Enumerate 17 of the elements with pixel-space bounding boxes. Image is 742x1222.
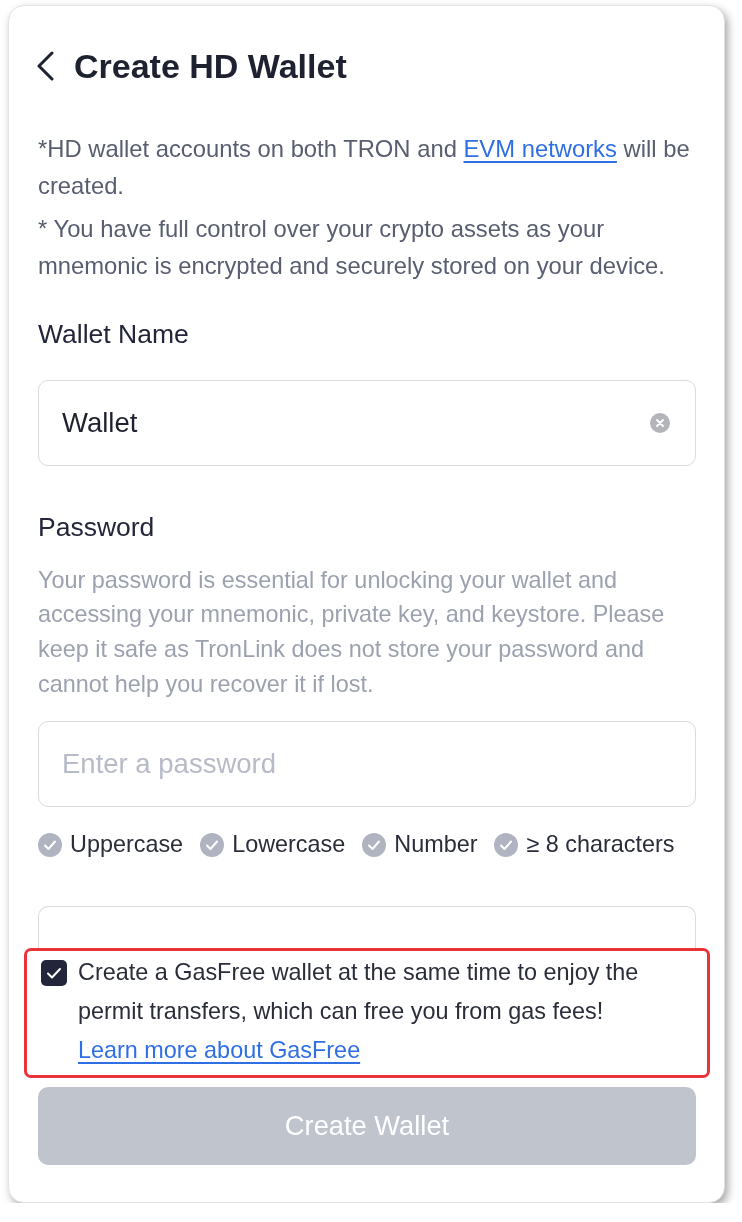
field-label: Password (38, 510, 156, 544)
password-hint: Your password is essential for unlocking your wallet and accessing your mnemonic, private key, and keystore. Please keep it safe as TronLink does not store your password and cannot help you recover it if lost. (38, 565, 666, 699)
back-icon[interactable] (36, 51, 54, 81)
wallet-name-field[interactable]: Wallet (38, 380, 696, 466)
info-text: * You have full control over your crypto assets as your mnemonic is encrypted and securely stored on your device. (38, 213, 666, 281)
gasfree-option-text: Create a GasFree wallet at the same time to enjoy the permit transfers, which can free you from gas fees! Learn more about GasFree (78, 958, 640, 1065)
info-link[interactable]: EVM networks (463, 134, 617, 162)
password-field[interactable]: Enter a password (38, 721, 696, 807)
requirement-label: Uppercase (70, 830, 184, 860)
requirement-label: ≥ 8 characters (526, 830, 675, 860)
requirement-label: Number (394, 830, 478, 860)
requirement-label: Lowercase (232, 830, 346, 860)
field-label: Wallet Name (38, 317, 190, 351)
info-text: *HD wallet accounts on both TRON and EVM networks will be created. (38, 133, 691, 201)
learn-more-link[interactable]: Learn more about GasFree (78, 1037, 361, 1063)
checkbox[interactable] (41, 960, 67, 986)
page-title: Create HD Wallet (74, 47, 347, 85)
